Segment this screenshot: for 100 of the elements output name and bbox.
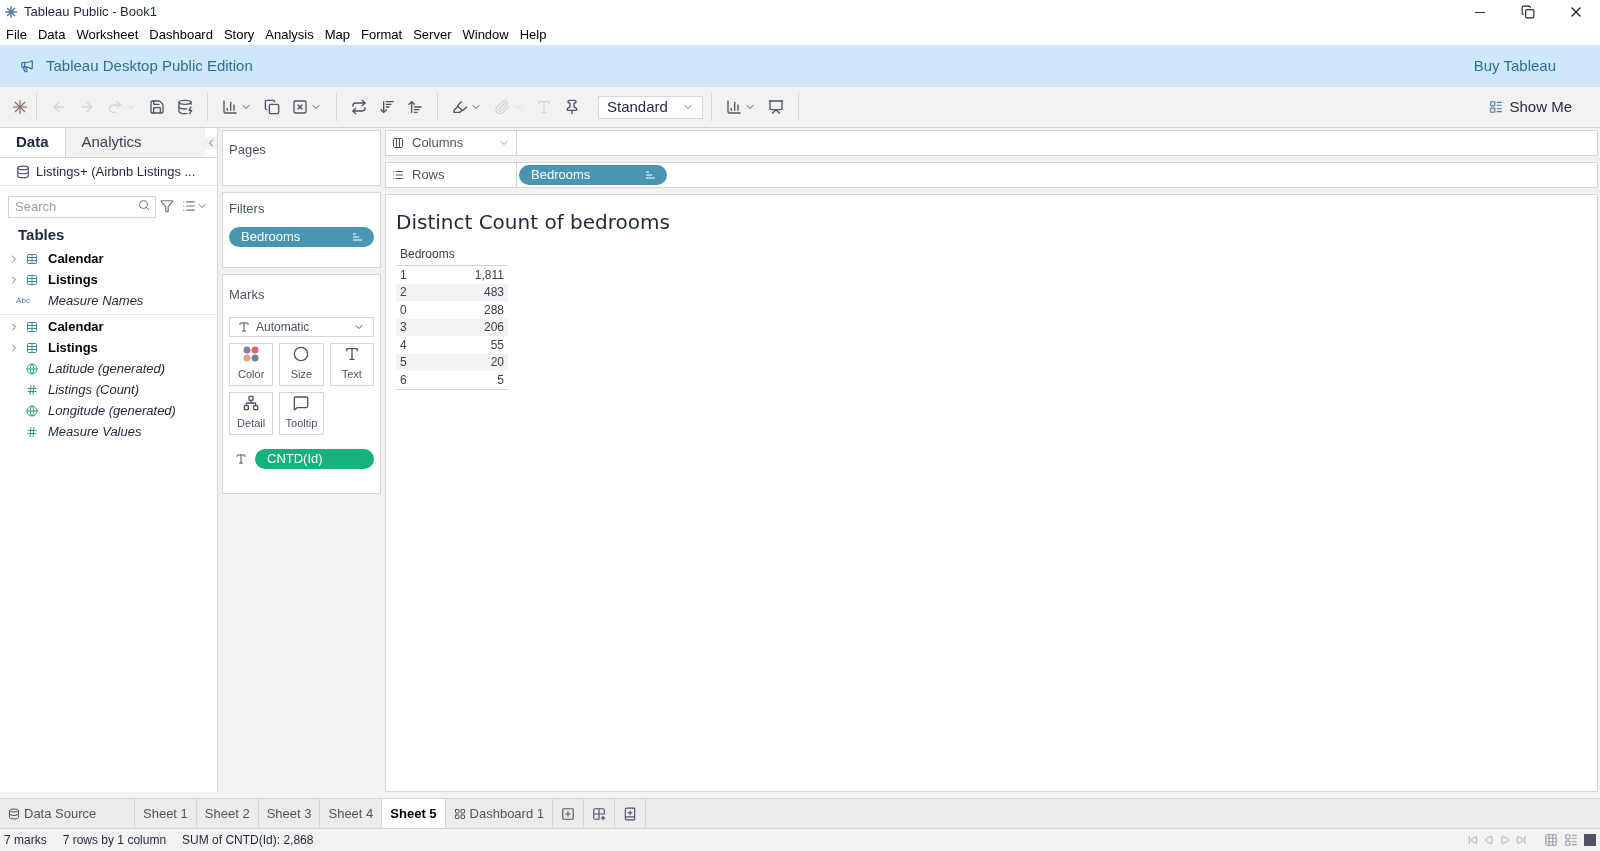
bar-chart-icon	[222, 99, 238, 115]
field-item[interactable]: Listings	[0, 337, 217, 359]
presentation-icon	[768, 99, 784, 115]
database-icon	[177, 99, 193, 115]
menu-item[interactable]: Worksheet	[76, 24, 139, 45]
view-title: Distinct Count of bedrooms	[396, 209, 671, 236]
field-item[interactable]: Listings	[0, 269, 217, 291]
value-cell-text: 206	[483, 319, 504, 337]
field-item[interactable]: Longitude (generated)	[0, 400, 217, 422]
sheet-tab[interactable]: Sheet 5	[382, 799, 446, 828]
status-text: SUM of CNTD(Id): 2,868	[182, 832, 314, 849]
right-arrow-icon	[79, 99, 95, 115]
mark-type-dropdown[interactable]: Automatic	[229, 316, 374, 337]
sort-ascending-icon	[379, 99, 395, 115]
previous-icon[interactable]	[1484, 835, 1494, 845]
highlighter-icon	[452, 99, 468, 115]
menu-item[interactable]: Analysis	[265, 24, 314, 45]
value-cell-text: 55	[490, 336, 504, 354]
row-header: 1	[400, 266, 407, 284]
status-text: 7 rows by 1 column	[62, 832, 167, 849]
mark-card-button[interactable]: Size	[279, 342, 324, 386]
value-cell-text: 483	[483, 284, 504, 302]
globe-icon	[26, 363, 38, 375]
value-cell-text: 5	[497, 371, 504, 389]
restore-icon	[1521, 5, 1535, 19]
menu-item[interactable]: File	[6, 24, 27, 45]
shelf-label: Rows	[412, 166, 445, 185]
globe-icon	[26, 405, 38, 417]
database-icon	[8, 807, 20, 820]
collapse-icon[interactable]	[205, 136, 217, 149]
clear-icon	[292, 99, 308, 115]
hash-icon	[26, 426, 38, 438]
row-header: 6	[400, 371, 407, 389]
grid-view-icon[interactable]	[1544, 833, 1558, 847]
menu-item[interactable]: Help	[519, 24, 547, 45]
mark-card-button[interactable]: Text	[329, 342, 374, 386]
tableau-logo-icon[interactable]	[12, 99, 28, 115]
field-item[interactable]: Calendar	[0, 248, 217, 270]
hash-icon	[26, 384, 38, 396]
column-header: Bedrooms	[396, 245, 508, 266]
mark-card-button[interactable]: Tooltip	[279, 391, 324, 435]
field-item[interactable]: Listings (Count)	[0, 379, 217, 401]
mark-card-button[interactable]: Color	[229, 342, 274, 386]
sort-icon	[353, 232, 362, 241]
paperclip-icon	[494, 99, 510, 115]
text-icon	[238, 320, 250, 333]
megaphone-icon	[20, 59, 34, 73]
list-icon	[182, 199, 196, 213]
marks-title: Marks	[229, 286, 266, 304]
swap-icon	[351, 99, 367, 115]
field-item[interactable]: Measure Values	[0, 421, 217, 443]
buy-link[interactable]: Buy Tableau	[1473, 54, 1556, 78]
field-item[interactable]: Latitude (generated)	[0, 358, 217, 380]
menu-item[interactable]: Story	[223, 24, 255, 45]
value-cell-text: 20	[490, 354, 504, 372]
first-icon[interactable]	[1468, 835, 1478, 845]
search-icon	[138, 199, 150, 211]
table-icon	[26, 321, 38, 333]
banner-text: Tableau Desktop Public Edition	[46, 55, 253, 76]
menu-item[interactable]: Server	[413, 24, 452, 45]
sort-icon	[646, 171, 655, 179]
window-title: Tableau Public - Book1	[24, 3, 157, 22]
last-icon[interactable]	[1516, 835, 1526, 845]
search-field[interactable]: Search	[8, 195, 156, 218]
data-source-name[interactable]: Listings+ (Airbnb Listings ...	[36, 161, 196, 182]
row-header: 0	[400, 301, 407, 319]
pages-title: Pages	[229, 142, 266, 157]
list-view-icon[interactable]	[1564, 833, 1578, 847]
menu-item[interactable]: Format	[361, 24, 403, 45]
show-me-icon	[1489, 100, 1504, 114]
value-cell-text: 1,811	[474, 266, 504, 284]
rows-icon	[392, 169, 404, 181]
table-icon	[26, 342, 38, 354]
add-grid-icon	[592, 806, 606, 821]
menu-item[interactable]: Window	[462, 24, 509, 45]
text-icon	[536, 99, 552, 115]
menu-item[interactable]: Data	[37, 24, 66, 45]
speech-bubble-icon	[293, 394, 310, 411]
show-me-button[interactable]: Show Me	[1489, 95, 1572, 119]
color-icon	[243, 345, 260, 362]
side-tab[interactable]: Analytics	[64, 128, 205, 157]
data-source-icon	[16, 164, 30, 179]
pin-icon	[564, 99, 580, 115]
add-sheet-icon	[561, 806, 575, 821]
tables-heading: Tables	[17, 225, 66, 245]
mark-card-button[interactable]: Detail	[229, 391, 274, 435]
next-icon[interactable]	[1500, 835, 1510, 845]
table-icon	[26, 274, 38, 286]
filter-icon	[160, 199, 174, 213]
table-icon	[26, 253, 38, 265]
menu-item[interactable]: Dashboard	[149, 24, 213, 45]
field-item[interactable]: Calendar	[0, 316, 217, 338]
fit-dropdown[interactable]: Standard	[598, 95, 703, 119]
add-book-icon	[623, 806, 637, 821]
menu-item[interactable]: Map	[324, 24, 350, 45]
copy-icon	[264, 99, 280, 115]
view-options-button[interactable]	[182, 199, 208, 213]
field-item[interactable]: Abc Measure Names	[0, 290, 217, 312]
value-cell-text: 288	[483, 301, 504, 319]
redo-arrow-icon	[107, 99, 123, 115]
